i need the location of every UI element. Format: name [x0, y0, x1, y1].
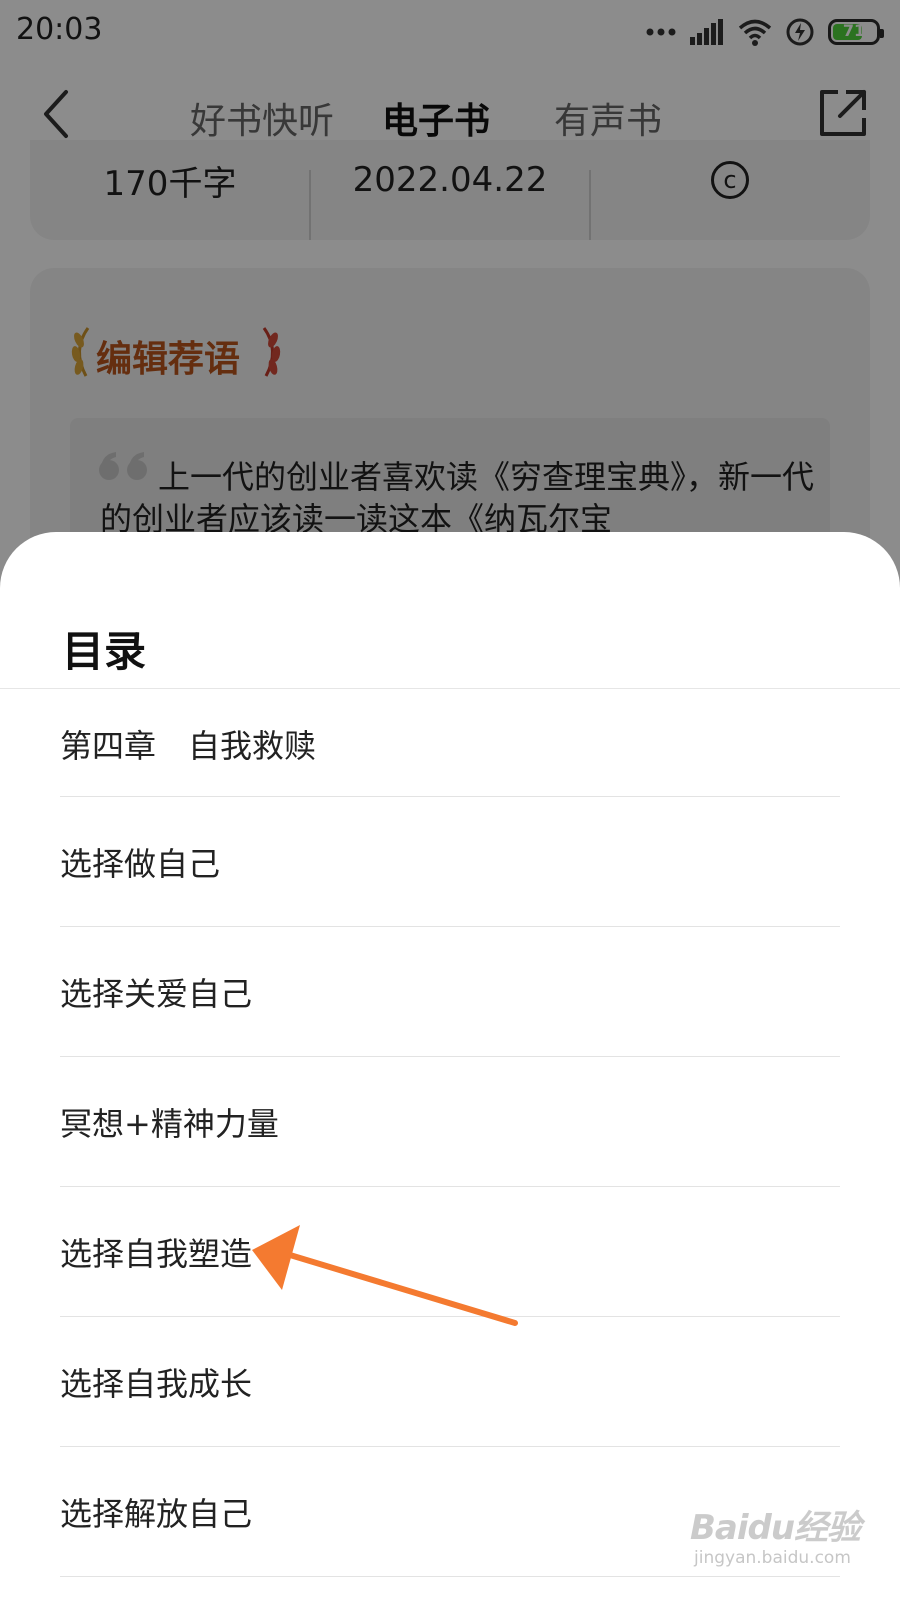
toc-item[interactable]: 第四章 自我救赎 — [60, 689, 840, 797]
toc-item-label: 选择关爱自己 — [60, 974, 253, 1013]
watermark-url: jingyan.baidu.com — [694, 1548, 851, 1568]
toc-item[interactable]: 选择关爱自己 — [60, 927, 840, 1057]
toc-item-label: 选择自我塑造 — [60, 1234, 253, 1273]
toc-title: 目录 — [62, 627, 147, 676]
toc-item-label: 选择自我成长 — [60, 1364, 253, 1403]
toc-item-label: 第四章 自我救赎 — [60, 727, 317, 765]
toc-item[interactable]: 选择自我成长 — [60, 1317, 840, 1447]
toc-list: 第四章 自我救赎 选择做自己 选择关爱自己 冥想+精神力量 选择自我塑造 选择自… — [60, 689, 840, 1577]
toc-bottom-sheet: 目录 第四章 自我救赎 选择做自己 选择关爱自己 冥想+精神力量 选择自我塑造 … — [0, 532, 900, 1600]
watermark-logo: Baidu经验 — [690, 1508, 861, 1548]
toc-item[interactable]: 选择自我塑造 — [60, 1187, 840, 1317]
toc-item[interactable]: 选择做自己 — [60, 797, 840, 927]
watermark: Baidu经验 jingyan.baidu.com — [690, 1500, 861, 1580]
toc-item-label: 冥想+精神力量 — [60, 1104, 279, 1143]
toc-item-label: 选择做自己 — [60, 844, 221, 883]
toc-item-label: 选择解放自己 — [60, 1494, 253, 1533]
toc-item[interactable]: 冥想+精神力量 — [60, 1057, 840, 1187]
